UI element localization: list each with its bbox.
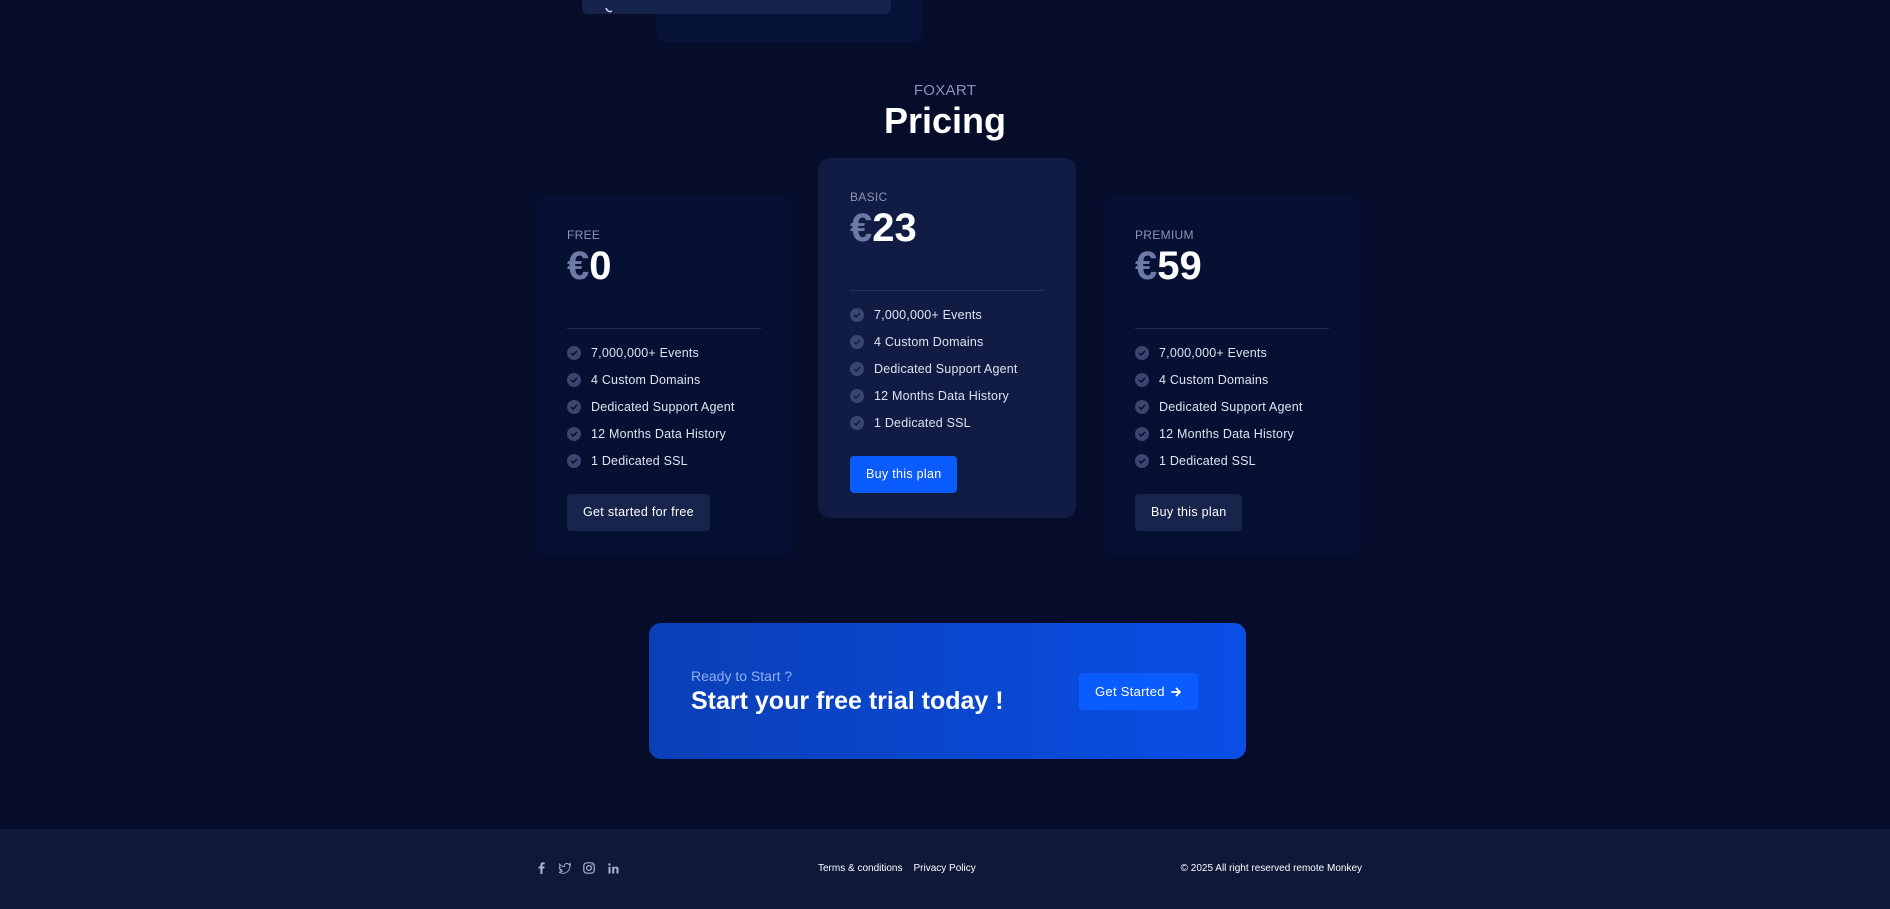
feature-label: Dedicated Support Agent — [1159, 399, 1303, 414]
feature-item: Dedicated Support Agent — [1135, 393, 1329, 420]
check-icon — [850, 415, 864, 430]
check-icon — [850, 388, 864, 403]
feature-label: 4 Custom Domains — [1159, 372, 1269, 387]
feature-label: 12 Months Data History — [1159, 426, 1295, 441]
get-started-label: Get Started — [1095, 684, 1165, 699]
price-amount: 0 — [589, 244, 612, 288]
feature-label: 1 Dedicated SSL — [874, 415, 971, 430]
plan-price: €23 — [850, 206, 1044, 250]
feature-item: Dedicated Support Agent — [567, 393, 761, 420]
price-amount: 23 — [872, 206, 917, 250]
feature-item: 12 Months Data History — [567, 420, 761, 447]
get-started-button[interactable]: Get Started — [1079, 673, 1198, 710]
section-eyebrow: FOXART — [913, 82, 977, 99]
feature-label: 1 Dedicated SSL — [591, 453, 688, 468]
feature-label: Dedicated Support Agent — [591, 399, 735, 414]
footer-links: Terms & conditions Privacy Policy — [818, 863, 976, 874]
plan-card-premium: PREMIUM €59 7,000,000+ Events 4 Custom D… — [1103, 196, 1361, 554]
plan-name: BASIC — [850, 190, 888, 204]
divider — [567, 328, 761, 329]
feature-label: 12 Months Data History — [591, 426, 727, 441]
currency-symbol: € — [1135, 244, 1158, 288]
plan-price: €59 — [1135, 244, 1329, 288]
feature-label: 7,000,000+ Events — [1159, 345, 1267, 360]
cta-title: Start your free trial today ! — [691, 687, 1004, 715]
feature-label: Dedicated Support Agent — [874, 361, 1018, 376]
feature-label: 7,000,000+ Events — [874, 307, 982, 322]
feature-item: 4 Custom Domains — [567, 366, 761, 393]
feature-label: 12 Months Data History — [874, 388, 1010, 403]
feature-label: 4 Custom Domains — [874, 334, 984, 349]
feature-item: 12 Months Data History — [1135, 420, 1329, 447]
instagram-icon[interactable] — [583, 861, 595, 875]
plan-name: FREE — [567, 228, 601, 242]
footer: Terms & conditions Privacy Policy © 2025… — [0, 829, 1890, 909]
privacy-link[interactable]: Privacy Policy — [913, 863, 975, 874]
buy-basic-plan-button[interactable]: Buy this plan — [850, 456, 958, 493]
divider — [1135, 328, 1329, 329]
currency-symbol: € — [850, 206, 873, 250]
cta-banner: Ready to Start ? Start your free trial t… — [649, 623, 1246, 759]
twitter-icon[interactable] — [559, 861, 571, 875]
facebook-icon[interactable] — [535, 861, 547, 875]
currency-symbol: € — [567, 244, 590, 288]
feature-item: Dedicated Support Agent — [850, 355, 1044, 382]
plan-name: PREMIUM — [1135, 228, 1194, 242]
check-icon — [567, 426, 581, 441]
feature-item: 12 Months Data History — [850, 382, 1044, 409]
feature-label: 4 Custom Domains — [591, 372, 701, 387]
feature-list: 7,000,000+ Events 4 Custom Domains Dedic… — [567, 339, 761, 474]
check-icon — [567, 453, 581, 468]
feature-list: 7,000,000+ Events 4 Custom Domains Dedic… — [850, 301, 1044, 436]
feature-item: 1 Dedicated SSL — [567, 447, 761, 474]
cta-subtitle: Ready to Start ? — [691, 668, 793, 684]
check-icon — [567, 372, 581, 387]
feature-item: 1 Dedicated SSL — [1135, 447, 1329, 474]
check-icon — [1135, 399, 1149, 414]
buy-premium-plan-button[interactable]: Buy this plan — [1135, 494, 1243, 531]
feature-label: 1 Dedicated SSL — [1159, 453, 1256, 468]
check-icon — [567, 345, 581, 360]
plan-card-free: FREE €0 7,000,000+ Events 4 Custom Domai… — [535, 196, 793, 554]
copyright-text: © 2025 All right reserved remote Monkey — [1180, 863, 1362, 874]
plan-card-basic: BASIC €23 7,000,000+ Events 4 Custom Dom… — [818, 158, 1076, 518]
feature-item: 7,000,000+ Events — [1135, 339, 1329, 366]
previous-section-panel — [582, 0, 891, 14]
check-icon — [1135, 372, 1149, 387]
check-icon — [850, 334, 864, 349]
plan-price: €0 — [567, 244, 761, 288]
feature-item: 7,000,000+ Events — [850, 301, 1044, 328]
feature-item: 7,000,000+ Events — [567, 339, 761, 366]
check-icon — [850, 307, 864, 322]
feature-item: 4 Custom Domains — [850, 328, 1044, 355]
feature-item: 4 Custom Domains — [1135, 366, 1329, 393]
feature-label: 7,000,000+ Events — [591, 345, 699, 360]
check-icon — [1135, 453, 1149, 468]
price-amount: 59 — [1157, 244, 1202, 288]
check-icon — [1135, 345, 1149, 360]
linkedin-icon[interactable] — [607, 861, 619, 875]
previous-section-icon — [604, 0, 622, 13]
check-icon — [1135, 426, 1149, 441]
page-title: Pricing — [883, 100, 1007, 141]
get-started-free-button[interactable]: Get started for free — [567, 494, 710, 531]
check-icon — [567, 399, 581, 414]
social-links — [535, 861, 619, 875]
feature-list: 7,000,000+ Events 4 Custom Domains Dedic… — [1135, 339, 1329, 474]
check-icon — [850, 361, 864, 376]
divider — [850, 290, 1044, 291]
feature-item: 1 Dedicated SSL — [850, 409, 1044, 436]
terms-link[interactable]: Terms & conditions — [818, 863, 902, 874]
arrow-right-icon — [1170, 687, 1182, 697]
